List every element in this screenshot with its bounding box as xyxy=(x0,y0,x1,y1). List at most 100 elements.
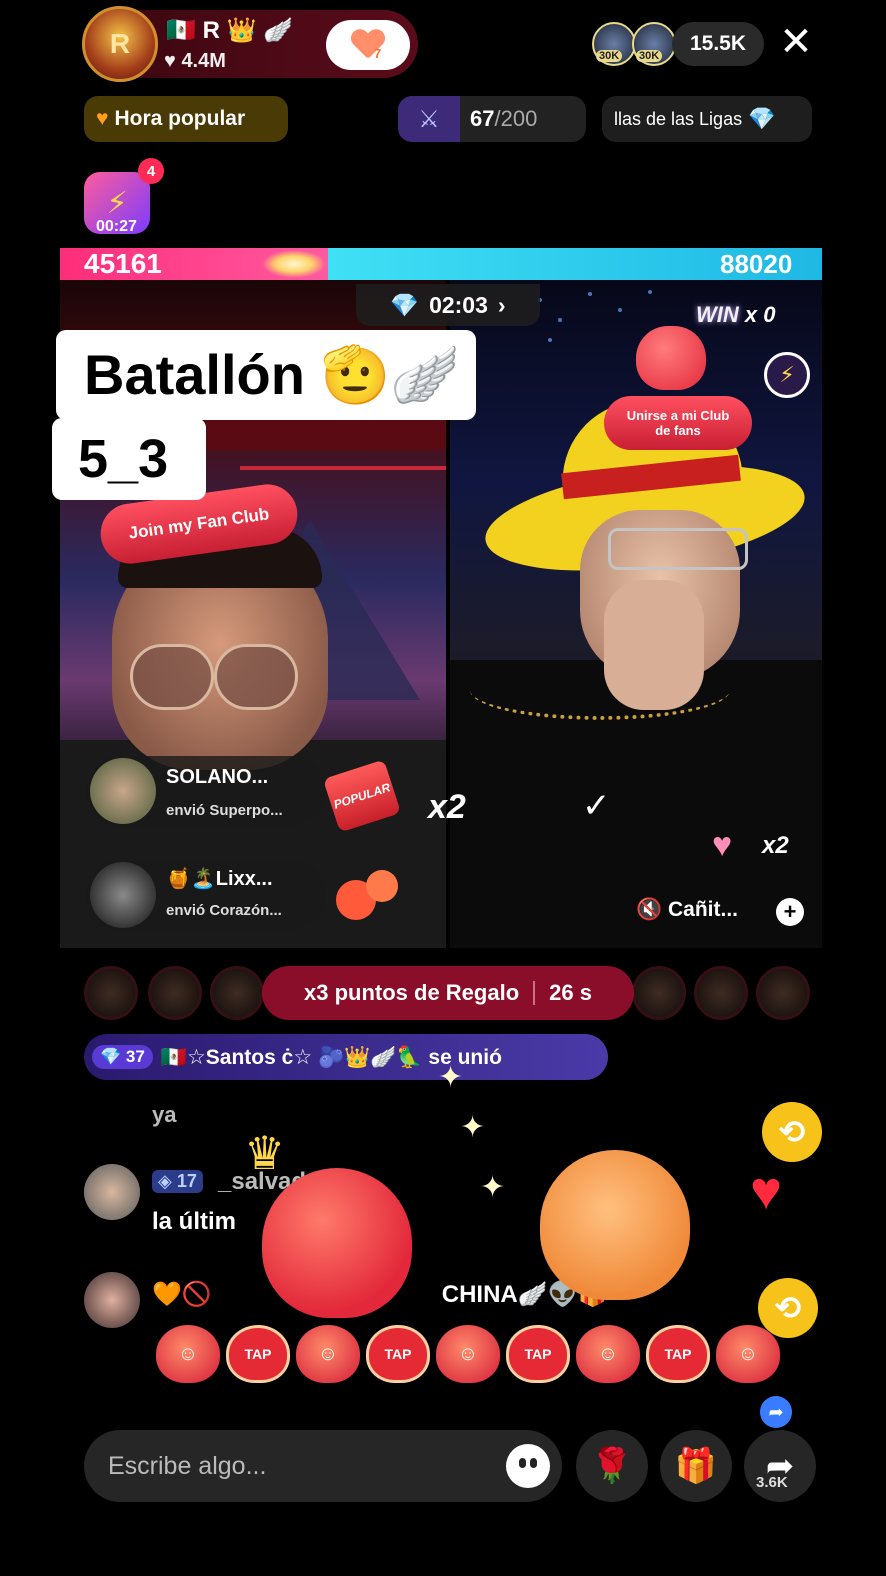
user-joined-banner: 💎 37 🇲🇽☆Santos ċ☆ 🫐👑🪽🦜 se unió xyxy=(84,1034,608,1080)
rank-score-pill[interactable]: ⚔ 67/200 xyxy=(398,96,586,142)
contributor-avatar[interactable] xyxy=(210,966,264,1020)
sparkle-icon: ✦ xyxy=(480,1171,506,1204)
fan-club-line2: de fans xyxy=(655,423,701,438)
popular-hour-pill[interactable]: ♥ Hora popular xyxy=(84,96,288,142)
battle-timer-value: 02:03 xyxy=(429,291,488,318)
gift-sender-avatar[interactable] xyxy=(90,758,156,824)
rose-icon: 🌹 xyxy=(590,1447,634,1485)
heart-face-icon: ☺ xyxy=(296,1325,360,1383)
tap-heart-icon: TAP xyxy=(646,1325,710,1383)
gift-multiplier: x2 xyxy=(428,788,466,826)
right-multiplier: x2 xyxy=(762,832,789,859)
gift-button[interactable]: 🎁 xyxy=(660,1430,732,1502)
chevron-right-icon: › xyxy=(497,291,506,318)
sparkle-icon: ✦ xyxy=(438,1061,464,1094)
contributor-avatar[interactable] xyxy=(756,966,810,1020)
close-icon[interactable]: ✕ xyxy=(776,22,816,62)
hearts-gesture-icon: ♥ xyxy=(712,826,733,864)
heart-face-icon: ☺ xyxy=(576,1325,640,1383)
bolt-icon[interactable]: ⚡ xyxy=(764,352,810,398)
chat-level-badge: ◈ 17 xyxy=(152,1170,203,1193)
comment-input[interactable]: Escribe algo... xyxy=(84,1430,562,1502)
battle-timer[interactable]: 💎 02:03 › xyxy=(356,284,540,326)
follow-button[interactable] xyxy=(326,20,410,70)
league-label: llas de las Ligas xyxy=(614,108,743,129)
emoji-icon[interactable] xyxy=(506,1444,550,1488)
heart-face-icon: ☺ xyxy=(716,1325,780,1383)
heart-mascot-icon xyxy=(636,326,706,390)
repost-button[interactable]: ⟲ xyxy=(758,1278,818,1338)
win-label: WIN xyxy=(696,302,739,327)
chat-user-avatar[interactable] xyxy=(84,1272,140,1328)
top-viewer-badge: 30K xyxy=(636,50,663,62)
host-avatar[interactable]: R xyxy=(82,6,158,82)
heart-gift-icon xyxy=(336,870,398,920)
bolt-badge: 4 xyxy=(138,158,164,184)
share-mini-icon[interactable]: ➦ xyxy=(760,1396,792,1428)
chat-message-start: 🧡🚫 xyxy=(152,1281,212,1308)
gift-description: envió Corazón... xyxy=(166,902,282,919)
muted-guest-name: Cañit... xyxy=(668,898,739,921)
bolt-timer: 00:27 xyxy=(96,218,137,235)
comment-placeholder: Escribe algo... xyxy=(108,1451,267,1480)
add-guest-button[interactable]: + xyxy=(776,898,804,926)
gift-box-icon: 🎁 xyxy=(674,1447,718,1485)
contributor-avatar[interactable] xyxy=(148,966,202,1020)
contributor-avatar[interactable] xyxy=(632,966,686,1020)
rose-gift-button[interactable]: 🌹 xyxy=(576,1430,648,1502)
chat-user-avatar[interactable] xyxy=(84,1164,140,1220)
heart-glasses-icon xyxy=(214,644,298,710)
gift-description: envió Superpo... xyxy=(166,802,283,819)
swords-icon: ⚔ xyxy=(398,96,460,142)
tap-heart-icon: TAP xyxy=(226,1325,290,1383)
popular-hour-label: Hora popular xyxy=(114,107,246,130)
tap-heart-icon: TAP xyxy=(506,1325,570,1383)
contributor-avatar[interactable] xyxy=(694,966,748,1020)
user-level-badge: 💎 37 xyxy=(92,1045,153,1069)
host-likes: ♥ 4.4M xyxy=(164,50,226,72)
join-fan-club-button-right[interactable]: Unirse a mi Club de fans xyxy=(604,396,752,450)
contributor-avatar[interactable] xyxy=(84,966,138,1020)
share-count: 3.6K xyxy=(756,1474,788,1491)
host-avatar-letter: R xyxy=(109,28,131,59)
gem-icon: 💎 xyxy=(748,106,776,131)
battle-right-score: 88020 xyxy=(720,249,793,279)
glasses-icon xyxy=(608,528,748,570)
repost-button[interactable]: ⟲ xyxy=(762,1102,822,1162)
like-heart-icon[interactable]: ♥ xyxy=(750,1164,782,1218)
chat-message: ya xyxy=(152,1102,177,1127)
heart-glasses-icon xyxy=(130,644,214,710)
gift-sender-name: SOLANO... xyxy=(166,766,269,788)
gift-points-banner[interactable]: x3 puntos de Regalo 26 s xyxy=(262,966,634,1020)
league-pill[interactable]: llas de las Ligas 💎 xyxy=(602,96,812,142)
right-streamer-hand xyxy=(604,580,704,710)
swoosh-logo-icon: ✓ xyxy=(582,787,611,825)
heart-mascot-icon xyxy=(262,1168,412,1318)
heart-face-icon: ☺ xyxy=(436,1325,500,1383)
share-button[interactable]: ➦ xyxy=(744,1430,816,1502)
tap-reaction-row[interactable]: ☺ TAP ☺ TAP ☺ TAP ☺ TAP ☺ xyxy=(156,1322,796,1386)
top-viewer-badge: 30K xyxy=(596,50,623,62)
chat-level: 17 xyxy=(176,1171,197,1191)
caption-line-1: Batallón 🫡🪽 xyxy=(56,330,476,420)
gift-sender-avatar[interactable] xyxy=(90,862,156,928)
battle-spark xyxy=(262,250,326,278)
gift-points-label: x3 puntos de Regalo xyxy=(304,980,520,1005)
gift-sender-name: 🍯🏝️Lixx... xyxy=(166,868,273,890)
host-name-row: 🇲🇽 R 👑 🪽 xyxy=(166,17,294,44)
battle-left-score: 45161 xyxy=(84,248,162,279)
fan-club-line1: Unirse a mi Club xyxy=(626,408,730,423)
crown-icon: ♛ xyxy=(244,1127,286,1179)
diamond-icon: 💎 xyxy=(390,291,420,318)
divider xyxy=(533,981,536,1005)
user-level: 37 xyxy=(125,1047,145,1066)
caption-line-2: 5_3 xyxy=(52,418,206,500)
viewer-count[interactable]: 15.5K xyxy=(672,22,764,66)
chat-message: la últim xyxy=(152,1208,237,1235)
heart-mascot-icon xyxy=(540,1150,690,1300)
win-count: x 0 xyxy=(744,302,776,327)
heart-icon: ♥ xyxy=(96,107,109,130)
rank-score-value: 67 xyxy=(470,106,495,131)
muted-guest-label[interactable]: 🔇 Cañit... xyxy=(636,898,738,922)
host-name: R xyxy=(202,17,220,44)
